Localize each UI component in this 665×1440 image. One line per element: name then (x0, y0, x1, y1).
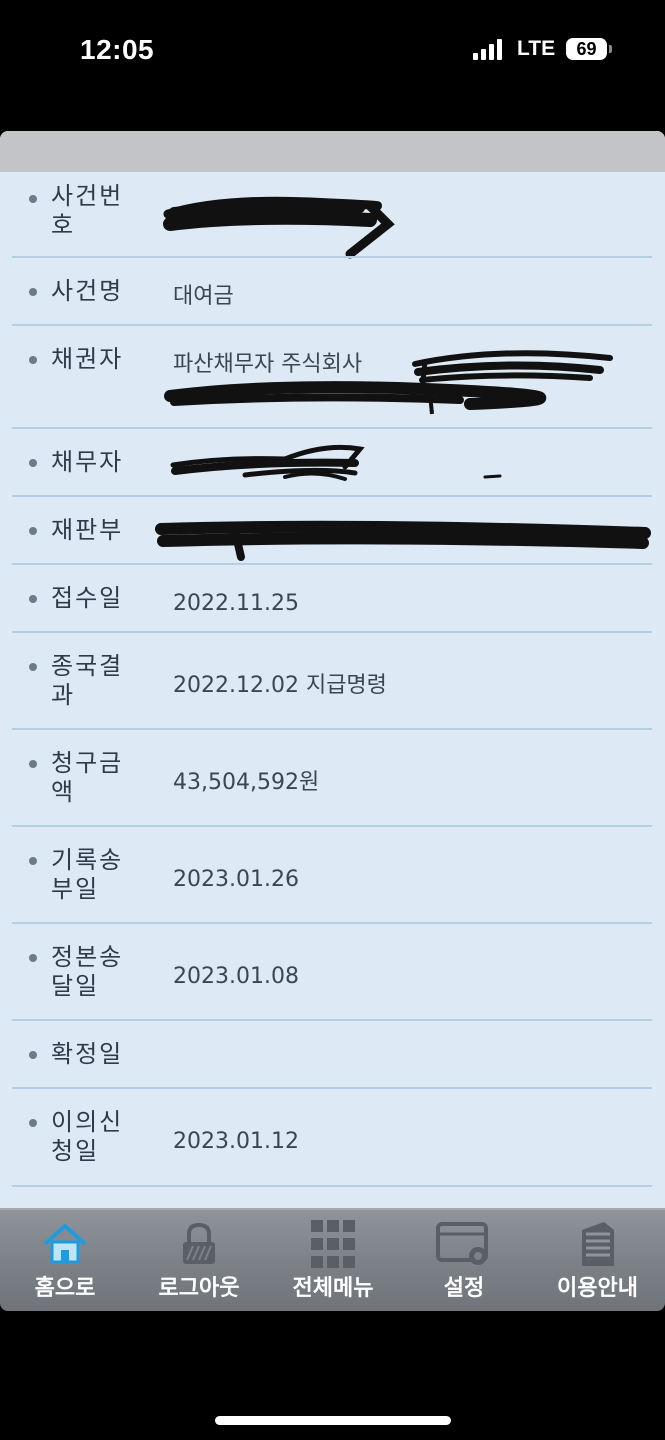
tab-logout-label: 로그아웃 (158, 1276, 240, 1301)
bullet-icon (29, 954, 37, 962)
tab-settings-label: 설정 (443, 1276, 485, 1301)
objection-date-value: 2023.01.12 (173, 1129, 299, 1154)
row-record-sent-date: 기록송부일 2023.01.26 (0, 827, 665, 924)
row-creditor: 채권자 파산채무자 주식회사 (0, 326, 665, 429)
tab-guide-label: 이용안내 (557, 1276, 638, 1301)
network-type: LTE (517, 37, 556, 60)
redaction-scribble (164, 350, 613, 415)
row-objection-date: 이의신청일 2023.01.12 (0, 1089, 665, 1187)
lock-icon (183, 1222, 215, 1264)
bullet-icon (29, 1119, 37, 1127)
home-indicator[interactable] (215, 1416, 451, 1425)
case-detail-panel: 사건번호 사건명 대여금 채권자 파산채무자 주식회사 채무자 재판부 접수일 … (0, 131, 665, 1309)
redaction-scribble (155, 520, 651, 561)
filing-date-label: 접수일 (51, 584, 124, 612)
grid-menu-icon (311, 1220, 355, 1268)
court-division-label: 재판부 (51, 516, 124, 544)
bullet-icon (29, 760, 37, 768)
settings-icon (436, 1222, 488, 1265)
claim-amount-label: 청구금액 (51, 749, 124, 806)
filing-date-value: 2022.11.25 (173, 591, 299, 616)
confirmed-date-label: 확정일 (51, 1040, 124, 1068)
objection-date-label: 이의신청일 (51, 1108, 124, 1165)
redaction-scribble (163, 196, 395, 259)
row-confirmed-date: 확정일 (0, 1021, 665, 1089)
panel-header (0, 131, 665, 172)
row-debtor: 채무자 (0, 429, 665, 497)
home-icon (43, 1224, 87, 1264)
case-name-label: 사건명 (51, 277, 124, 305)
final-result-label: 종국결과 (51, 652, 124, 709)
creditor-label: 채권자 (51, 345, 124, 373)
signal-bars-icon (473, 38, 507, 60)
bullet-icon (29, 527, 37, 535)
row-court-division: 재판부 (0, 497, 665, 565)
case-number-label: 사건번호 (51, 182, 124, 239)
status-time: 12:05 (80, 34, 155, 65)
record-sent-date-value: 2023.01.26 (173, 867, 299, 892)
bottom-tab-bar: 홈으로 로그아웃 전체메뉴 설정 이용안내 (0, 1208, 665, 1311)
original-delivered-date-label: 정본송달일 (51, 943, 124, 1000)
row-original-delivered-date: 정본송달일 2023.01.08 (0, 924, 665, 1021)
bullet-icon (29, 356, 37, 364)
tab-all-menu-label: 전체메뉴 (292, 1276, 374, 1301)
debtor-label: 채무자 (51, 448, 124, 476)
bullet-icon (29, 1051, 37, 1059)
bullet-icon (29, 288, 37, 296)
tab-home-label: 홈으로 (34, 1276, 96, 1301)
claim-amount-value: 43,504,592원 (173, 770, 320, 795)
row-case-number: 사건번호 (0, 172, 665, 259)
bullet-icon (29, 195, 37, 203)
tab-guide[interactable]: 이용안내 (530, 1210, 665, 1311)
document-icon (581, 1222, 614, 1266)
record-sent-date-label: 기록송부일 (51, 846, 124, 903)
row-claim-amount: 청구금액 43,504,592원 (0, 730, 665, 827)
status-bar: 12:05 LTE 69 (0, 0, 665, 100)
battery-tip (609, 45, 612, 53)
tab-all-menu[interactable]: 전체메뉴 (268, 1210, 398, 1311)
bullet-icon (29, 663, 37, 671)
bullet-icon (29, 459, 37, 467)
row-filing-date: 접수일 2022.11.25 (0, 565, 665, 633)
row-case-name: 사건명 대여금 (0, 258, 665, 326)
tab-settings[interactable]: 설정 (398, 1210, 530, 1311)
row-final-result: 종국결과 2022.12.02 지급명령 (0, 633, 665, 730)
tab-logout[interactable]: 로그아웃 (130, 1210, 268, 1311)
tab-home[interactable]: 홈으로 (0, 1210, 130, 1311)
bullet-icon (29, 595, 37, 603)
redaction-scribble (170, 444, 502, 481)
bullet-icon (29, 857, 37, 865)
final-result-value: 2022.12.02 지급명령 (173, 673, 387, 698)
case-name-value: 대여금 (173, 284, 234, 309)
original-delivered-date-value: 2023.01.08 (173, 964, 299, 989)
battery-icon: 69 (566, 38, 607, 60)
